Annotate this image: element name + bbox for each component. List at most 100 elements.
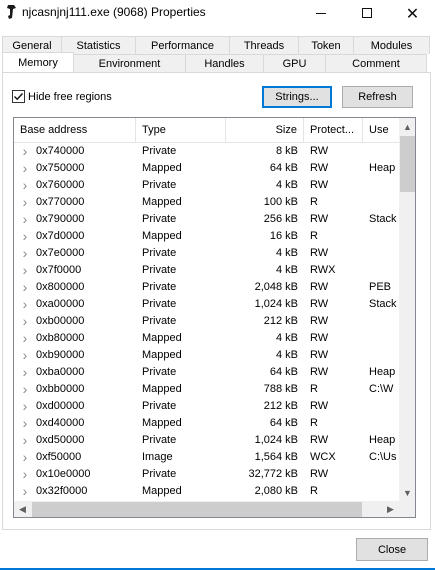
table-row[interactable]: › 0xd00000 Private 212 kB RW — [14, 398, 399, 415]
horizontal-scroll-thumb[interactable] — [32, 502, 362, 517]
cell-base-address: › 0x760000 — [14, 177, 136, 194]
hide-free-regions-option[interactable]: Hide free regions — [12, 90, 112, 103]
refresh-button[interactable]: Refresh — [342, 86, 413, 108]
cell-protection: RW — [310, 400, 329, 412]
table-row[interactable]: › 0x7e0000 Private 4 kB RW — [14, 245, 399, 262]
table-row[interactable]: › 0xa00000 Private 1,024 kB RW Stack — [14, 296, 399, 313]
cell-type: Private — [142, 264, 177, 276]
scroll-up-icon[interactable]: ▲ — [399, 118, 415, 135]
chevron-right-icon[interactable]: › — [20, 381, 30, 398]
hide-free-regions-checkbox[interactable] — [12, 90, 25, 103]
chevron-right-icon[interactable]: › — [20, 177, 30, 194]
title-bar: njcasnjnj111.exe (9068) Properties ✕ — [0, 0, 435, 26]
chevron-right-icon[interactable]: › — [20, 211, 30, 228]
maximize-icon[interactable] — [344, 0, 389, 26]
column-base-address[interactable]: Base address — [14, 118, 136, 143]
chevron-right-icon[interactable]: › — [20, 160, 30, 177]
chevron-right-icon[interactable]: › — [20, 432, 30, 449]
close-button[interactable]: Close — [356, 538, 428, 561]
chevron-right-icon[interactable]: › — [20, 262, 30, 279]
table-row[interactable]: › 0xf50000 Image 1,564 kB WCX C:\Us — [14, 449, 399, 466]
scroll-left-icon[interactable]: ◀ — [14, 501, 31, 517]
chevron-right-icon[interactable]: › — [20, 296, 30, 313]
cell-size: 8 kB — [275, 145, 298, 157]
table-row[interactable]: › 0x770000 Mapped 100 kB R — [14, 194, 399, 211]
base-address-text: 0xb00000 — [36, 315, 85, 327]
cell-use: PEB — [369, 281, 392, 293]
cell-protection: RW — [310, 298, 329, 310]
tab-memory[interactable]: Memory — [2, 52, 74, 72]
tab-threads[interactable]: Threads — [229, 36, 299, 54]
column-protection[interactable]: Protect... — [304, 118, 363, 143]
tab-performance[interactable]: Performance — [135, 36, 230, 54]
cell-size: 100 kB — [263, 196, 298, 208]
chevron-right-icon[interactable]: › — [20, 245, 30, 262]
chevron-right-icon[interactable]: › — [20, 279, 30, 296]
column-type[interactable]: Type — [136, 118, 226, 143]
table-row[interactable]: › 0x7d0000 Mapped 16 kB R — [14, 228, 399, 245]
base-address-text: 0xd00000 — [36, 400, 85, 412]
chevron-right-icon[interactable]: › — [20, 415, 30, 432]
table-row[interactable]: › 0xd50000 Private 1,024 kB RW Heap — [14, 432, 399, 449]
table-row[interactable]: › 0x800000 Private 2,048 kB RW PEB — [14, 279, 399, 296]
column-use[interactable]: Use — [363, 118, 399, 143]
horizontal-scrollbar[interactable]: ◀ ▶ — [14, 501, 399, 517]
table-row[interactable]: › 0x10e0000 Private 32,772 kB RW — [14, 466, 399, 483]
chevron-right-icon[interactable]: › — [20, 398, 30, 415]
base-address-text: 0x740000 — [36, 145, 85, 157]
scroll-down-icon[interactable]: ▼ — [399, 484, 415, 501]
cell-base-address: › 0x740000 — [14, 143, 136, 160]
table-row[interactable]: › 0xb80000 Mapped 4 kB RW — [14, 330, 399, 347]
list-rows: › 0x740000 Private 8 kB RW › 0x750000 Mapped 64 … — [14, 143, 399, 517]
table-row[interactable]: › 0xbb0000 Mapped 788 kB R C:\W — [14, 381, 399, 398]
table-row[interactable]: › 0x760000 Private 4 kB RW — [14, 177, 399, 194]
base-address-text: 0x800000 — [36, 281, 85, 293]
chevron-right-icon[interactable]: › — [20, 466, 30, 483]
table-row[interactable]: › 0x740000 Private 8 kB RW — [14, 143, 399, 160]
chevron-right-icon[interactable]: › — [20, 364, 30, 381]
table-row[interactable]: › 0x32f0000 Mapped 2,080 kB R — [14, 483, 399, 500]
strings-button[interactable]: Strings... — [262, 86, 332, 108]
cell-size: 212 kB — [263, 315, 298, 327]
cell-use: Heap — [369, 162, 396, 174]
cell-type: Mapped — [142, 196, 182, 208]
tab-handles[interactable]: Handles — [185, 54, 264, 72]
chevron-right-icon[interactable]: › — [20, 483, 30, 500]
tab-gpu[interactable]: GPU — [263, 54, 326, 72]
tab-row-bottom: Memory Environment Handles GPU Comment — [2, 52, 427, 72]
chevron-right-icon[interactable]: › — [20, 347, 30, 364]
cell-type: Mapped — [142, 383, 182, 395]
vertical-scroll-thumb[interactable] — [400, 136, 415, 192]
cell-protection: RW — [310, 247, 329, 259]
chevron-right-icon[interactable]: › — [20, 194, 30, 211]
table-row[interactable]: › 0xb00000 Private 212 kB RW — [14, 313, 399, 330]
close-icon[interactable]: ✕ — [390, 0, 435, 26]
cell-type: Mapped — [142, 417, 182, 429]
tab-modules[interactable]: Modules — [353, 36, 430, 54]
chevron-right-icon[interactable]: › — [20, 143, 30, 160]
chevron-right-icon[interactable]: › — [20, 228, 30, 245]
column-size[interactable]: Size — [226, 118, 304, 143]
cell-type: Mapped — [142, 230, 182, 242]
minimize-icon[interactable] — [298, 0, 343, 26]
cell-type: Private — [142, 298, 177, 310]
table-row[interactable]: › 0xb90000 Mapped 4 kB RW — [14, 347, 399, 364]
table-row[interactable]: › 0x7f0000 Private 4 kB RWX — [14, 262, 399, 279]
cell-base-address: › 0xd50000 — [14, 432, 136, 449]
table-row[interactable]: › 0xba0000 Private 64 kB RW Heap — [14, 364, 399, 381]
chevron-right-icon[interactable]: › — [20, 449, 30, 466]
tab-comment[interactable]: Comment — [325, 54, 427, 72]
table-row[interactable]: › 0xd40000 Mapped 64 kB R — [14, 415, 399, 432]
tab-token[interactable]: Token — [298, 36, 354, 54]
tab-environment[interactable]: Environment — [73, 54, 186, 72]
table-row[interactable]: › 0x750000 Mapped 64 kB RW Heap — [14, 160, 399, 177]
base-address-text: 0x7f0000 — [36, 264, 82, 276]
memory-list[interactable]: Base address Type Size Protect... Use › 0… — [13, 117, 416, 518]
scroll-right-icon[interactable]: ▶ — [382, 501, 399, 517]
cell-use — [363, 347, 399, 364]
table-row[interactable]: › 0x790000 Private 256 kB RW Stack — [14, 211, 399, 228]
vertical-scrollbar[interactable]: ▲ ▼ — [399, 118, 415, 501]
cell-base-address: › 0x7f0000 — [14, 262, 136, 279]
chevron-right-icon[interactable]: › — [20, 313, 30, 330]
chevron-right-icon[interactable]: › — [20, 330, 30, 347]
